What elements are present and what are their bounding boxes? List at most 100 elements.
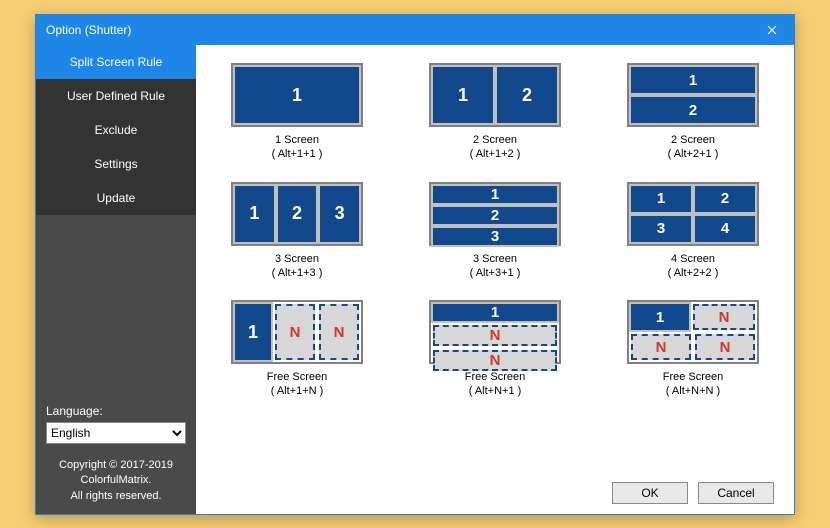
rule-preview: 1 2 [429, 63, 561, 127]
rule-shortcut: ( Alt+3+1 ) [470, 266, 521, 280]
pane: 2 [693, 184, 757, 214]
sidebar-item-label: Split Screen Rule [70, 55, 163, 69]
pane-free: N [275, 304, 315, 360]
sidebar-item-settings[interactable]: Settings [36, 147, 196, 181]
sidebar-item-label: Settings [94, 157, 137, 171]
rule-title: 2 Screen [668, 133, 719, 147]
copyright-line: ColorfulMatrix. [46, 473, 186, 488]
rule-shortcut: ( Alt+N+N ) [663, 384, 724, 398]
rule-cell-3screen-v[interactable]: 1 2 3 3 Screen ( Alt+3+1 ) [416, 182, 574, 281]
copyright-line: Copyright © 2017-2019 [46, 458, 186, 473]
rule-shortcut: ( Alt+1+1 ) [272, 147, 323, 161]
pane: 4 [693, 214, 757, 244]
pane-free: N [693, 304, 755, 330]
rule-shortcut: ( Alt+2+2 ) [668, 266, 719, 280]
rule-title: 4 Screen [668, 252, 719, 266]
rule-title: 3 Screen [272, 252, 323, 266]
pane: 3 [431, 226, 559, 247]
pane: 1 [629, 302, 691, 332]
rule-title: 1 Screen [272, 133, 323, 147]
rule-caption: Free Screen ( Alt+1+N ) [267, 370, 328, 399]
rule-caption: Free Screen ( Alt+N+1 ) [465, 370, 526, 399]
rule-caption: 2 Screen ( Alt+1+2 ) [470, 133, 521, 162]
pane: 1 [431, 302, 559, 323]
rule-caption: 1 Screen ( Alt+1+1 ) [272, 133, 323, 162]
language-label: Language: [46, 404, 186, 418]
rule-shortcut: ( Alt+1+N ) [267, 384, 328, 398]
window-body: Split Screen Rule User Defined Rule Excl… [36, 45, 794, 514]
pane: 3 [629, 214, 693, 244]
sidebar-footer: Language: English Copyright © 2017-2019 … [36, 404, 196, 514]
sidebar-item-exclude[interactable]: Exclude [36, 113, 196, 147]
rule-shortcut: ( Alt+1+2 ) [470, 147, 521, 161]
sidebar-item-user-defined-rule[interactable]: User Defined Rule [36, 79, 196, 113]
rule-shortcut: ( Alt+1+3 ) [272, 266, 323, 280]
pane: 1 [233, 65, 361, 125]
rule-preview: 1 N N [231, 300, 363, 364]
rule-caption: 2 Screen ( Alt+2+1 ) [668, 133, 719, 162]
rule-cell-2screen-v[interactable]: 1 2 2 Screen ( Alt+2+1 ) [614, 63, 772, 162]
rule-preview: 1 N N N [627, 300, 759, 364]
rule-preview: 1 2 3 [231, 182, 363, 246]
sidebar-item-update[interactable]: Update [36, 181, 196, 215]
rule-caption: 3 Screen ( Alt+1+3 ) [272, 252, 323, 281]
rule-preview: 1 2 [627, 63, 759, 127]
pane-free: N [695, 334, 755, 360]
button-label: OK [641, 486, 658, 500]
rule-grid: 1 1 Screen ( Alt+1+1 ) 1 2 [218, 63, 772, 399]
close-button[interactable] [749, 15, 794, 45]
rule-shortcut: ( Alt+2+1 ) [668, 147, 719, 161]
main-panel: 1 1 Screen ( Alt+1+1 ) 1 2 [196, 45, 794, 514]
rule-cell-1screen[interactable]: 1 1 Screen ( Alt+1+1 ) [218, 63, 376, 162]
pane: 3 [318, 184, 361, 244]
pane: 2 [276, 184, 319, 244]
pane: 1 [233, 302, 273, 362]
copyright-line: All rights reserved. [46, 489, 186, 504]
cancel-button[interactable]: Cancel [698, 482, 774, 504]
pane-free: N [631, 334, 691, 360]
rule-cell-free-1n[interactable]: 1 N N Free Screen ( Alt+1+N ) [218, 300, 376, 399]
pane-free: N [319, 304, 359, 360]
rule-preview: 1 N N [429, 300, 561, 364]
pane: 2 [431, 205, 559, 226]
button-label: Cancel [717, 486, 754, 500]
pane-free: N [433, 350, 557, 371]
rule-caption: 3 Screen ( Alt+3+1 ) [470, 252, 521, 281]
rule-title: 2 Screen [470, 133, 521, 147]
rule-cell-3screen-h[interactable]: 1 2 3 3 Screen ( Alt+1+3 ) [218, 182, 376, 281]
rule-title: Free Screen [663, 370, 724, 384]
rule-title: 3 Screen [470, 252, 521, 266]
pane: 1 [431, 65, 495, 125]
rule-cell-4screen[interactable]: 1 2 3 4 4 Screen ( Alt+2+2 ) [614, 182, 772, 281]
dialog-footer: OK Cancel [612, 482, 774, 504]
rule-title: Free Screen [267, 370, 328, 384]
rule-cell-free-nn[interactable]: 1 N N N Free Screen ( Alt+N+N ) [614, 300, 772, 399]
sidebar: Split Screen Rule User Defined Rule Excl… [36, 45, 196, 514]
window-title: Option (Shutter) [46, 23, 131, 37]
pane: 1 [431, 184, 559, 205]
rule-preview: 1 [231, 63, 363, 127]
sidebar-item-label: User Defined Rule [67, 89, 165, 103]
sidebar-item-label: Update [97, 191, 136, 205]
rule-preview: 1 2 3 4 [627, 182, 759, 246]
sidebar-item-split-screen-rule[interactable]: Split Screen Rule [36, 45, 196, 79]
pane: 1 [233, 184, 276, 244]
sidebar-item-label: Exclude [95, 123, 138, 137]
rule-preview: 1 2 3 [429, 182, 561, 246]
option-window: Option (Shutter) Split Screen Rule User … [35, 14, 795, 515]
rule-caption: 4 Screen ( Alt+2+2 ) [668, 252, 719, 281]
language-select[interactable]: English [46, 422, 186, 444]
rule-cell-free-n1[interactable]: 1 N N Free Screen ( Alt+N+1 ) [416, 300, 574, 399]
pane: 1 [629, 184, 693, 214]
close-icon [767, 25, 777, 35]
rule-title: Free Screen [465, 370, 526, 384]
pane: 2 [495, 65, 559, 125]
ok-button[interactable]: OK [612, 482, 688, 504]
rule-cell-2screen-h[interactable]: 1 2 2 Screen ( Alt+1+2 ) [416, 63, 574, 162]
titlebar: Option (Shutter) [36, 15, 794, 45]
rule-caption: Free Screen ( Alt+N+N ) [663, 370, 724, 399]
pane: 2 [629, 95, 757, 125]
pane: 1 [629, 65, 757, 95]
copyright-text: Copyright © 2017-2019 ColorfulMatrix. Al… [46, 458, 186, 504]
pane-free: N [433, 325, 557, 346]
